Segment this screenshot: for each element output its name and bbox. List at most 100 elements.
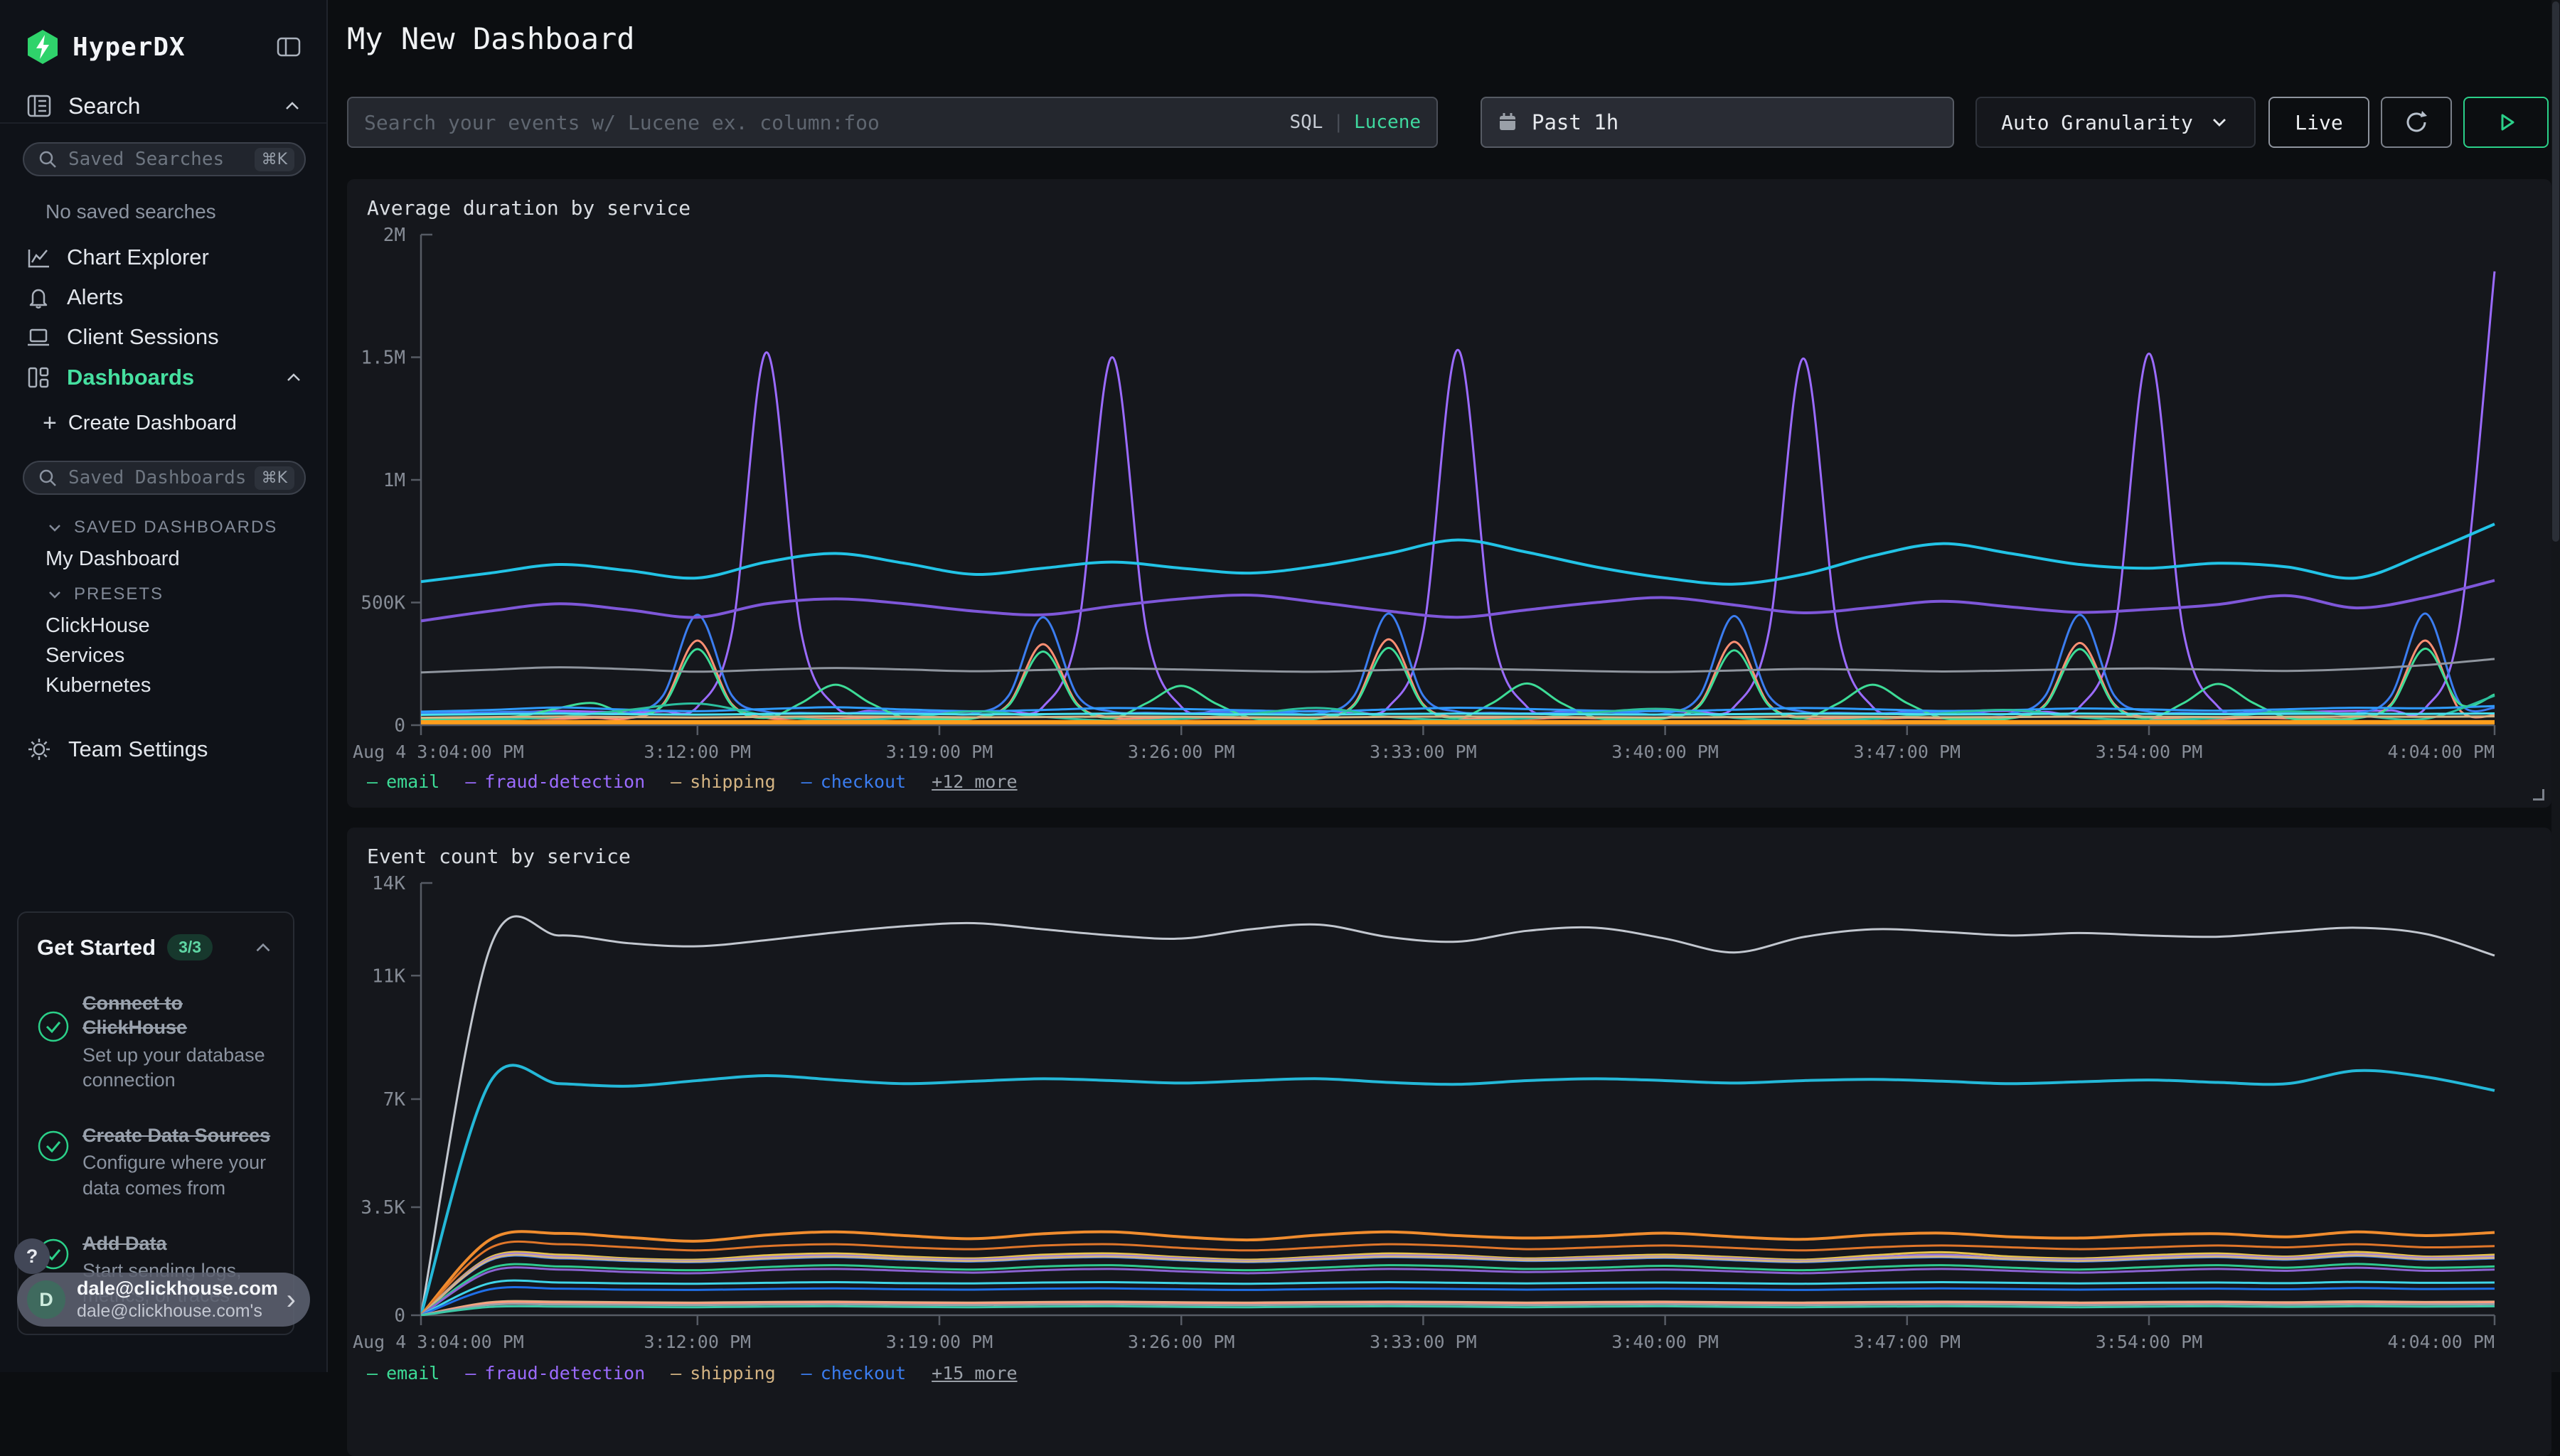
chevron-right-icon: › (287, 1285, 296, 1314)
user-menu[interactable]: D dale@clickhouse.com dale@clickhouse.co… (17, 1273, 310, 1327)
time-range-picker[interactable]: Past 1h (1481, 97, 1954, 148)
sidebar-item-label: Alerts (67, 284, 123, 310)
legend-more-link[interactable]: +12 more (932, 771, 1017, 792)
sidebar-item-chart-explorer[interactable]: Chart Explorer (26, 240, 304, 274)
chart-icon (26, 245, 51, 270)
chart-title: Average duration by service (347, 179, 2551, 226)
lucene-mode-toggle[interactable]: Lucene (1354, 112, 1421, 133)
chevron-down-icon (2209, 112, 2230, 133)
create-dashboard-label: Create Dashboard (68, 412, 237, 435)
sidebar-item-my-dashboard[interactable]: My Dashboard (46, 547, 180, 571)
mode-divider: | (1333, 112, 1344, 133)
legend-dash-icon: — (671, 771, 681, 792)
run-query-button[interactable] (2463, 97, 2549, 148)
chart-canvas-event-count[interactable]: 03.5K7K11K14KAug 4 3:04:00 PM3:12:00 PM3… (347, 874, 2551, 1355)
legend-dash-icon: — (801, 771, 812, 792)
scrollbar-thumb[interactable] (2552, 1, 2559, 542)
legend-item-checkout[interactable]: — checkout (801, 771, 906, 792)
series-fraud-detection (421, 1268, 2495, 1315)
saved-dashboards-section[interactable]: SAVED DASHBOARDS (46, 518, 277, 537)
legend-dash-icon: — (801, 1363, 812, 1383)
legend-item-email[interactable]: —email (367, 1363, 439, 1383)
refresh-button[interactable] (2381, 97, 2452, 148)
legend-more-link[interactable]: +15 more (932, 1363, 1017, 1383)
create-dashboard-button[interactable]: + Create Dashboard (43, 411, 237, 435)
y-axis-label: 11K (372, 965, 405, 987)
calendar-icon (1496, 111, 1519, 134)
page-scrollbar[interactable] (2551, 0, 2560, 1372)
legend-item-shipping[interactable]: —shipping (671, 771, 775, 792)
shortcut-badge: ⌘K (255, 466, 294, 490)
saved-searches-input[interactable]: ⌘K (23, 142, 306, 176)
chevron-up-icon (283, 367, 304, 388)
chart-panel-avg-duration[interactable]: Average duration by service 0500K1M1.5M2… (347, 179, 2551, 808)
legend-dash-icon: — (367, 1363, 378, 1383)
saved-searches-field[interactable] (68, 149, 255, 170)
hyperdx-logo-icon (26, 28, 60, 65)
sidebar-item-client-sessions[interactable]: Client Sessions (26, 320, 304, 354)
gear-icon (26, 736, 53, 763)
live-button[interactable]: Live (2268, 97, 2369, 148)
help-button[interactable]: ? (14, 1238, 50, 1274)
sidebar: HyperDX Search ⌘K No saved searches (0, 0, 328, 1372)
y-axis-label: 1M (383, 470, 405, 491)
chart-canvas-avg-duration[interactable]: 0500K1M1.5M2MAug 4 3:04:00 PM3:12:00 PM3… (347, 226, 2551, 764)
legend-item-fraud-detection[interactable]: —fraud-detection (465, 1363, 645, 1383)
event-search-input[interactable] (364, 111, 1289, 134)
get-started-step[interactable]: Create Data Sources Configure where your… (37, 1124, 274, 1201)
logs-icon (26, 92, 53, 119)
x-axis-label: 4:04:00 PM (2387, 742, 2495, 762)
x-axis-label: 3:19:00 PM (886, 1332, 993, 1352)
sidebar-item-services[interactable]: Services (46, 644, 124, 668)
y-axis-label: 2M (383, 226, 405, 246)
legend-item-checkout[interactable]: —checkout (801, 1363, 906, 1383)
chart-title: Event count by service (347, 828, 2551, 874)
get-started-card: Get Started 3/3 Connect to ClickHouse Se… (17, 911, 294, 1335)
legend-dash-icon: — (465, 771, 476, 792)
saved-dashboards-field[interactable] (68, 467, 255, 488)
legend-item-shipping[interactable]: —shipping (671, 1363, 775, 1383)
x-axis-label: 3:40:00 PM (1611, 742, 1719, 762)
y-axis-label: 3.5K (361, 1197, 405, 1219)
sidebar-item-label: Chart Explorer (67, 245, 209, 270)
section-label: PRESETS (74, 584, 164, 604)
legend-dash-icon: — (367, 771, 378, 792)
sidebar-item-kubernetes[interactable]: Kubernetes (46, 674, 151, 697)
step-description: Configure where your data comes from (82, 1150, 274, 1200)
sidebar-item-dashboards[interactable]: Dashboards (26, 360, 304, 395)
step-title: Create Data Sources (82, 1124, 274, 1148)
series-shipping (421, 717, 2495, 718)
x-axis-label: 3:12:00 PM (644, 1332, 752, 1352)
sidebar-toggle-icon[interactable] (274, 33, 303, 61)
chevron-down-icon (46, 518, 64, 537)
y-axis-label: 500K (361, 593, 405, 614)
saved-dashboards-input[interactable]: ⌘K (23, 461, 306, 495)
legend-item-fraud-detection[interactable]: —fraud-detection (465, 771, 645, 792)
legend-item-email[interactable]: —email (367, 771, 439, 792)
x-axis-label: 3:54:00 PM (2096, 1332, 2203, 1352)
sidebar-item-team-settings[interactable]: Team Settings (26, 732, 304, 766)
legend-label: checkout (821, 771, 906, 792)
sql-mode-toggle[interactable]: SQL (1289, 112, 1323, 133)
sidebar-item-clickhouse[interactable]: ClickHouse (46, 614, 150, 638)
x-axis-label: 3:33:00 PM (1370, 742, 1477, 762)
granularity-select[interactable]: Auto Granularity (1975, 97, 2256, 148)
sidebar-item-alerts[interactable]: Alerts (26, 280, 304, 314)
x-axis-label: 3:26:00 PM (1128, 1332, 1235, 1352)
chevron-up-icon[interactable] (252, 936, 274, 959)
x-axis-label: 3:19:00 PM (886, 742, 993, 762)
legend-dash-icon: — (671, 1363, 681, 1383)
event-search-bar[interactable]: SQL | Lucene (347, 97, 1438, 148)
sidebar-item-search[interactable]: Search (26, 90, 303, 122)
resize-handle[interactable] (2533, 789, 2544, 801)
presets-section[interactable]: PRESETS (46, 584, 164, 604)
chart-panel-event-count[interactable]: Event count by service 03.5K7K11K14KAug … (347, 828, 2551, 1456)
x-axis-label: 3:54:00 PM (2096, 742, 2203, 762)
get-started-step[interactable]: Connect to ClickHouse Set up your databa… (37, 992, 274, 1093)
page-title: My New Dashboard (347, 21, 635, 56)
series-unlabeled-cyan-low (421, 713, 2495, 714)
user-team: dale@clickhouse.com's (77, 1301, 287, 1322)
play-icon (2493, 109, 2519, 135)
series-unlabeled-violet (421, 580, 2495, 621)
shortcut-badge: ⌘K (255, 148, 294, 171)
